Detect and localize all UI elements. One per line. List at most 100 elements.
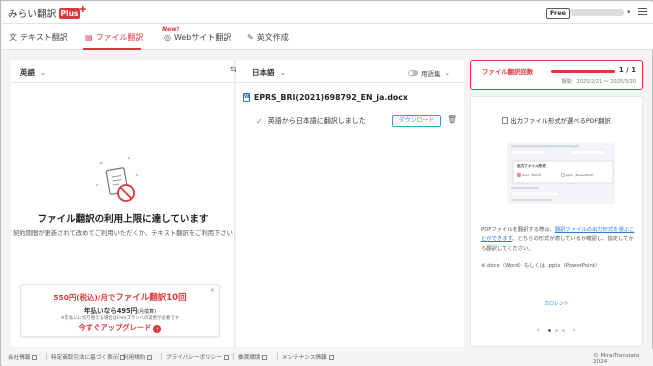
download-button[interactable]: ダウンロード bbox=[392, 115, 441, 127]
toggle-switch[interactable] bbox=[408, 70, 418, 76]
target-panel: 日本語 ⌄ 用語集 ⌄ EPRS_BRI(2021)698792_EN_ja.do… bbox=[236, 60, 464, 347]
glossary-label: 用語集 bbox=[421, 70, 441, 78]
app-logo[interactable]: みらい翻訳 Plus ✚ bbox=[8, 5, 87, 20]
tab-text-translate[interactable]: 文 テキスト翻訳 bbox=[9, 32, 68, 43]
footer-link-label: プライバシーポリシー bbox=[166, 355, 222, 361]
limit-title: ファイル翻訳の利用上限に達しています bbox=[37, 214, 209, 225]
footer-separator bbox=[46, 353, 47, 360]
footer-link-label: 会社情報 bbox=[8, 355, 31, 361]
footer-separator bbox=[118, 353, 119, 360]
logo-sparkle-icon: ✚ bbox=[79, 5, 87, 14]
external-link-icon bbox=[32, 354, 38, 360]
file-limit-illustration-icon bbox=[96, 157, 138, 202]
compose-icon: ✎ bbox=[247, 33, 254, 42]
footer-separator bbox=[161, 353, 162, 360]
carousel-label[interactable]: カロレント bbox=[471, 300, 642, 307]
top-header: みらい翻訳 Plus ✚ Free ▾ bbox=[2, 2, 653, 24]
external-link-icon bbox=[223, 354, 229, 360]
footer-link-environment[interactable]: 推奨環境 bbox=[238, 353, 268, 361]
footer-link-maintenance[interactable]: メンテナンス情報 bbox=[282, 353, 334, 361]
document-icon bbox=[502, 117, 509, 124]
web-translate-icon: ◎ bbox=[164, 33, 171, 42]
tab-compose[interactable]: ✎ 英文作成 bbox=[247, 32, 289, 43]
carousel-dot[interactable] bbox=[561, 328, 565, 332]
info-description: PDFファイルを翻訳する際は、翻訳ファイルの出力形式を選ぶことができます。どちら… bbox=[481, 226, 637, 254]
text-translate-icon: 文 bbox=[9, 33, 17, 42]
usage-progress-bar bbox=[551, 70, 615, 73]
usage-count: 1 / 1 bbox=[618, 66, 636, 74]
footer-separator bbox=[233, 353, 234, 360]
promo-price-line: 550円(税込)/月でファイル翻訳10回 bbox=[21, 291, 219, 303]
app-window: みらい翻訳 Plus ✚ Free ▾ 文 テキスト翻訳 ▤ ファイル翻訳 Ne… bbox=[0, 0, 653, 366]
upgrade-label: 今すぐアップグレード bbox=[78, 323, 152, 332]
source-panel: 英語 ⌄ ファイル翻訳の利用上限に達しています 契約期間が更新されて改めてご利用い… bbox=[11, 60, 235, 347]
translated-file: EPRS_BRI(2021)698792_EN_ja.docx bbox=[243, 93, 408, 102]
checkmark-icon: ✓ bbox=[256, 116, 263, 126]
main-nav: 文 テキスト翻訳 ▤ ファイル翻訳 New! ◎ Webサイト翻訳 ✎ 英文作成 bbox=[2, 24, 653, 50]
chevron-down-icon: ⌄ bbox=[279, 68, 286, 77]
source-lang-label: 英語 bbox=[20, 68, 35, 77]
status-text: 英語から日本語に翻訳しました bbox=[267, 117, 366, 125]
translation-status: ✓ 英語から日本語に翻訳しました bbox=[256, 116, 366, 126]
target-lang-select[interactable]: 日本語 ⌄ bbox=[252, 67, 286, 78]
info-title: 出力ファイル形式が選べるPDF翻訳 bbox=[471, 116, 642, 125]
tab-web-translate[interactable]: ◎ Webサイト翻訳 bbox=[164, 32, 231, 43]
external-link-icon bbox=[262, 354, 268, 360]
footer: 会社情報 特定商取引法に基づく表示 利用規約 プライバシーポリシー 推奨環境 メ… bbox=[2, 349, 653, 366]
file-translate-icon: ▤ bbox=[85, 33, 93, 42]
limit-subtitle: 契約期間が更新されて改めてご利用いただくか、テキスト翻訳をご利用下さい bbox=[13, 230, 233, 237]
promo-quota: ファイル翻訳10回 bbox=[115, 293, 187, 303]
mock-option-powerpoint: pptx（PowerPoint） bbox=[566, 173, 595, 177]
footer-link-label: 特定商取引法に基づく表示 bbox=[51, 355, 119, 361]
carousel-dot[interactable] bbox=[554, 328, 558, 332]
file-name: EPRS_BRI(2021)698792_EN_ja.docx bbox=[254, 93, 408, 102]
tab-file-translate[interactable]: ▤ ファイル翻訳 bbox=[85, 32, 144, 43]
external-link-icon bbox=[328, 354, 334, 360]
mock-option-word: docx（Word） bbox=[522, 173, 543, 177]
chevron-down-icon[interactable]: ▾ bbox=[627, 8, 631, 16]
chevron-down-icon: ⌄ bbox=[40, 68, 47, 77]
promo-annual-price: 年払いなら495円 bbox=[83, 307, 138, 315]
account-name[interactable] bbox=[570, 9, 624, 16]
output-format-preview-image: 出力ファイル形式 docx（Word） pptx（PowerPoint） bbox=[507, 142, 615, 204]
hamburger-menu-icon[interactable] bbox=[638, 8, 647, 17]
usage-period: 期間：2025/2/21 ～ 2025/3/20 bbox=[561, 79, 636, 85]
footer-link-privacy[interactable]: プライバシーポリシー bbox=[166, 353, 229, 361]
chevron-right-icon[interactable]: › bbox=[573, 326, 576, 334]
footer-separator bbox=[277, 353, 278, 360]
arrow-right-icon: › bbox=[153, 325, 162, 333]
chevron-left-icon[interactable]: ‹ bbox=[537, 326, 540, 334]
glossary-toggle[interactable]: 用語集 ⌄ bbox=[408, 68, 450, 78]
tab-label: テキスト翻訳 bbox=[20, 33, 68, 42]
logo-text: みらい翻訳 bbox=[8, 9, 57, 20]
footer-link-label: 利用規約 bbox=[123, 355, 146, 361]
footer-link-company[interactable]: 会社情報 bbox=[8, 353, 38, 361]
info-title-text: 出力ファイル形式が選べるPDF翻訳 bbox=[510, 118, 611, 125]
word-file-icon bbox=[243, 93, 250, 102]
feature-info-card: 出力ファイル形式が選べるPDF翻訳 出力ファイル形式 docx（Word） pp… bbox=[470, 96, 643, 347]
carousel-dot[interactable] bbox=[547, 328, 551, 332]
info-text-a: PDFファイルを翻訳する際は、 bbox=[481, 227, 555, 233]
mock-heading: 出力ファイル形式 bbox=[517, 163, 546, 168]
promo-price: 550円(税込)/月で bbox=[53, 293, 116, 302]
chevron-down-icon: ⌄ bbox=[444, 69, 450, 77]
target-lang-label: 日本語 bbox=[252, 68, 275, 77]
active-tab-indicator bbox=[83, 48, 141, 50]
divider bbox=[11, 82, 235, 83]
info-note: ※.docx（Word）もしくは .pptx（PowerPoint） bbox=[481, 263, 601, 269]
promo-annual-line: 年払いなら495円(月換算) bbox=[21, 305, 219, 315]
external-link-icon bbox=[147, 354, 153, 360]
tab-label: ファイル翻訳 bbox=[95, 33, 144, 42]
footer-link-tokushoho[interactable]: 特定商取引法に基づく表示 bbox=[51, 353, 126, 361]
usage-label: ファイル翻訳回数 bbox=[482, 68, 534, 76]
upgrade-link[interactable]: 今すぐアップグレード › bbox=[21, 323, 219, 333]
upgrade-promo-card: ✕ 550円(税込)/月でファイル翻訳10回 年払いなら495円(月換算) ※年… bbox=[20, 284, 220, 337]
promo-footnote: ※年払いに切り替える場合はFreeプランへの変更が必要です bbox=[60, 316, 180, 321]
source-lang-select[interactable]: 英語 ⌄ bbox=[20, 67, 46, 78]
carousel-nav: ‹ › bbox=[537, 326, 576, 334]
usage-box: ファイル翻訳回数 1 / 1 期間：2025/2/21 ～ 2025/3/20 bbox=[470, 60, 643, 90]
footer-link-terms[interactable]: 利用規約 bbox=[123, 353, 153, 361]
footer-link-label: 推奨環境 bbox=[238, 355, 261, 361]
divider bbox=[236, 82, 464, 83]
trash-icon[interactable]: 🗑 bbox=[447, 115, 457, 124]
